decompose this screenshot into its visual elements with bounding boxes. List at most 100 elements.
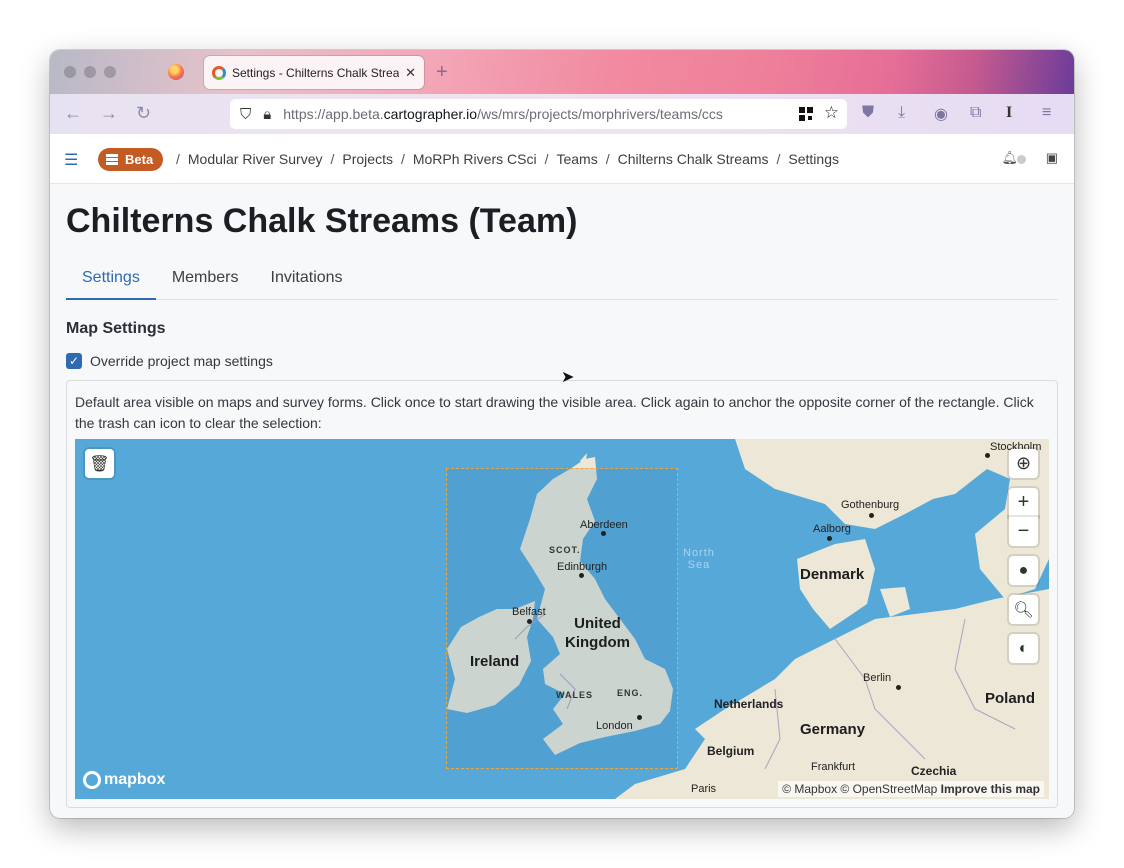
attribution-text[interactable]: © Mapbox © OpenStreetMap	[782, 782, 937, 796]
city-dot	[601, 531, 606, 536]
firefox-view-icon[interactable]	[168, 64, 184, 80]
map-label-germany: Germany	[800, 721, 866, 738]
menu-icon[interactable]: ≡	[1042, 104, 1051, 122]
zoom-in-button[interactable]: +	[1009, 488, 1038, 517]
section-title: Map Settings	[66, 320, 166, 337]
breadcrumb-chilterns[interactable]: Chilterns Chalk Streams	[618, 151, 769, 167]
tab-close-icon[interactable]: ✕	[405, 65, 416, 81]
map-label-berlin: Berlin	[863, 672, 892, 684]
breadcrumb-separator: /	[330, 151, 335, 167]
account-icon[interactable]: ◉	[934, 104, 948, 124]
map-label-united-kingdom: United Kingdom	[565, 615, 630, 651]
map-label-belgium: Belgium	[707, 744, 755, 758]
map-description: Default area visible on maps and survey …	[75, 394, 1034, 431]
nav-bar: ← → ↻ ⛉ 🔒︎ https://app.beta. cartographer…	[50, 94, 1074, 134]
city-dot	[896, 685, 901, 690]
tab-active[interactable]: Settings - Chilterns Chalk Streams ✕	[204, 56, 424, 89]
selection-rectangle[interactable]	[446, 468, 678, 769]
globe-icon[interactable]: ◐	[1009, 634, 1038, 663]
minimize-window-button[interactable]	[84, 66, 96, 78]
maximize-window-button[interactable]	[104, 66, 116, 78]
mapbox-logo[interactable]: mapbox	[83, 771, 165, 789]
map-canvas[interactable]: Stockholm Gothenburg Aalborg Aberdeen SC…	[75, 439, 1049, 799]
improve-map-link[interactable]: Improve this map	[941, 782, 1040, 796]
marker-icon[interactable]: ●	[1009, 556, 1038, 585]
breadcrumb-modular-river-survey[interactable]: Modular River Survey	[188, 151, 323, 167]
mapbox-logo-text: mapbox	[104, 771, 166, 788]
tab-bar: Settings Members Invitations	[66, 260, 1058, 300]
city-dot	[579, 573, 584, 578]
override-checkbox-row[interactable]: ✓ Override project map settings	[66, 353, 273, 369]
breadcrumb-separator: /	[400, 151, 405, 167]
trash-icon[interactable]: 🗑︎	[85, 449, 114, 478]
tab-settings[interactable]: Settings	[66, 260, 156, 300]
map-label-ireland: Ireland	[470, 653, 520, 670]
extensions-icon[interactable]: ⧉	[970, 104, 981, 122]
back-icon[interactable]: ←	[64, 103, 82, 124]
map-label-belfast: Belfast	[512, 606, 546, 618]
extension-i-icon[interactable]: I	[1006, 104, 1012, 122]
breadcrumb-projects[interactable]: Projects	[342, 151, 393, 167]
url-prefix: https://app.beta.	[283, 106, 384, 122]
close-window-button[interactable]	[64, 66, 76, 78]
new-tab-button[interactable]: +	[436, 61, 448, 84]
map-attribution: © Mapbox © OpenStreetMap Improve this ma…	[778, 781, 1044, 797]
pocket-icon[interactable]: ⛊	[862, 104, 874, 122]
tab-members[interactable]: Members	[156, 260, 255, 300]
map-label-scot: SCOT.	[549, 545, 581, 555]
bell-icon[interactable]: 🔔︎	[1001, 150, 1018, 166]
bookmark-star-icon[interactable]: ☆	[824, 103, 839, 123]
reload-icon[interactable]: ↻	[136, 103, 151, 124]
breadcrumb-separator: /	[605, 151, 610, 167]
map-label-czechia: Czechia	[911, 764, 957, 778]
broadcast-icon[interactable]: ▣	[1046, 150, 1058, 166]
qr-code-icon[interactable]	[799, 107, 813, 121]
beta-badge[interactable]: Beta	[98, 148, 164, 171]
map-label-poland: Poland	[985, 690, 1036, 707]
breadcrumb-teams[interactable]: Teams	[556, 151, 597, 167]
beta-label: Beta	[125, 152, 154, 167]
map-label-denmark: Denmark	[800, 566, 865, 583]
url-domain: cartographer.io	[383, 106, 478, 122]
lock-icon[interactable]: 🔒︎	[263, 106, 271, 123]
city-dot	[869, 513, 874, 518]
forward-icon[interactable]: →	[100, 103, 118, 124]
status-dot	[1017, 155, 1026, 164]
mouse-cursor-icon: ➤	[561, 369, 575, 386]
map-label-aalborg: Aalborg	[813, 523, 851, 535]
breadcrumb: / Modular River Survey / Projects / MoRP…	[176, 151, 839, 167]
search-icon[interactable]: 🔍︎	[1009, 595, 1038, 624]
breadcrumb-morph-rivers[interactable]: MoRPh Rivers CSci	[413, 151, 537, 167]
url-bar[interactable]: ⛉ 🔒︎ https://app.beta. cartographer.io/ws…	[230, 99, 847, 129]
map-label-edinburgh: Edinburgh	[557, 561, 608, 573]
hamburger-menu-icon[interactable]: ☰	[64, 150, 78, 170]
city-dot	[985, 453, 990, 458]
tab-title: Settings - Chilterns Chalk Streams	[232, 65, 400, 80]
zoom-out-button[interactable]: −	[1009, 517, 1038, 546]
list-tabs-icon[interactable]: ⌄	[1012, 62, 1024, 79]
map-panel: Default area visible on maps and survey …	[66, 380, 1058, 808]
url-path: /ws/mrs/projects/morphrivers/teams/ccs	[477, 106, 723, 122]
tab-strip: Settings - Chilterns Chalk Streams ✕ + ⌄	[50, 50, 1074, 94]
breadcrumb-separator: /	[176, 151, 180, 167]
browser-window: Settings - Chilterns Chalk Streams ✕ + ⌄…	[50, 50, 1074, 818]
map-label-north-sea: North Sea	[683, 547, 715, 571]
map-label-wales: WALES	[556, 690, 594, 700]
tab-invitations[interactable]: Invitations	[255, 260, 359, 300]
override-checkbox-label: Override project map settings	[90, 353, 273, 369]
downloads-icon[interactable]: ⤓	[898, 104, 905, 122]
breadcrumb-separator: /	[776, 151, 781, 167]
map-label-gothenburg: Gothenburg	[841, 499, 900, 511]
page-title: Chilterns Chalk Streams (Team)	[66, 202, 578, 240]
city-dot	[637, 715, 642, 720]
city-dot	[827, 536, 832, 541]
override-checkbox[interactable]: ✓	[66, 353, 82, 369]
geolocate-icon[interactable]: ⊕	[1009, 449, 1038, 478]
shield-icon[interactable]: ⛉	[240, 106, 251, 123]
breadcrumb-settings[interactable]: Settings	[788, 151, 839, 167]
breadcrumb-separator: /	[544, 151, 549, 167]
map-label-netherlands: Netherlands	[714, 697, 784, 711]
city-dot	[527, 619, 532, 624]
map-label-aberdeen: Aberdeen	[580, 519, 628, 531]
map-label-paris: Paris	[691, 783, 717, 795]
